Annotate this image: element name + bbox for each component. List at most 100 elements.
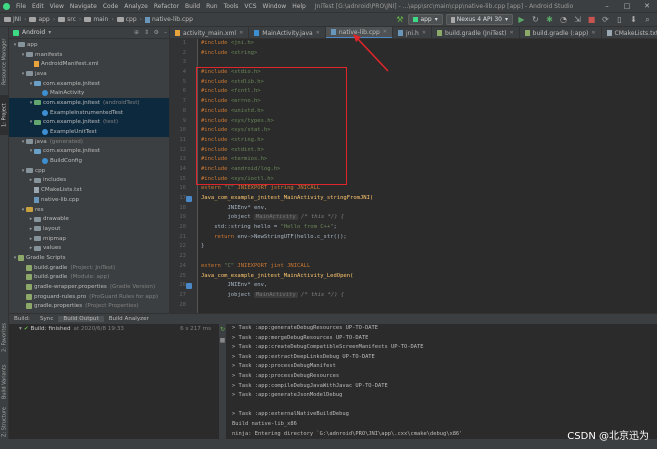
close-icon[interactable]: ✕: [316, 30, 320, 36]
hide-icon[interactable]: –: [164, 29, 167, 36]
tree-item[interactable]: build.gradle (Project: JniTest): [9, 263, 169, 273]
tree-item[interactable]: native-lib.cpp: [9, 195, 169, 205]
menu-item-edit[interactable]: Edit: [29, 3, 47, 10]
menu-item-help[interactable]: Help: [289, 3, 309, 10]
editor-tab[interactable]: build.gradle (:app) ✕: [520, 27, 602, 38]
tree-item[interactable]: ▸ drawable: [9, 214, 169, 224]
menu-item-analyze[interactable]: Analyze: [121, 3, 151, 10]
favorites-tab[interactable]: 2: Favorites: [0, 317, 9, 357]
tree-item[interactable]: ▾ com.example.jnitest: [9, 79, 169, 89]
close-icon[interactable]: ✕: [422, 30, 426, 36]
stop-icon[interactable]: ■: [586, 14, 597, 25]
breadcrumb-label: cpp: [125, 16, 137, 23]
menu-item-view[interactable]: View: [47, 3, 67, 10]
gear-icon[interactable]: ⚙: [154, 29, 159, 36]
rerun-icon[interactable]: ↻: [219, 326, 226, 333]
menu-item-vcs[interactable]: VCS: [241, 3, 259, 10]
breadcrumb-item[interactable]: app: [27, 16, 51, 23]
menu-item-run[interactable]: Run: [203, 3, 221, 10]
build-variants-tab[interactable]: Build Variants: [0, 362, 9, 402]
resource-manager-tab[interactable]: Resource Manager: [0, 37, 9, 87]
sdk-manager-icon[interactable]: ⬇: [628, 14, 639, 25]
minimize-icon[interactable]: –: [597, 0, 617, 12]
tree-item[interactable]: ExampleInstrumentedTest: [9, 107, 169, 118]
watermark: CSDN @北京迅为: [567, 431, 649, 442]
bottom-tab[interactable]: Build Output: [58, 316, 104, 322]
jni-gutter-icon[interactable]: [186, 196, 192, 202]
class-icon: [42, 158, 48, 165]
editor-tab[interactable]: CMakeLists.txt✕: [602, 27, 657, 38]
close-icon[interactable]: ✕: [509, 30, 513, 36]
apply-changes-icon[interactable]: ↻: [530, 14, 541, 25]
profile-icon[interactable]: ◔: [558, 14, 569, 25]
chevron-down-icon[interactable]: ▾: [48, 29, 51, 36]
close-icon[interactable]: ✕: [239, 30, 243, 36]
tree-item[interactable]: ▸ mipmap: [9, 234, 169, 244]
tree-item[interactable]: ▾ java: [9, 69, 169, 79]
attach-icon[interactable]: ⇲: [572, 14, 583, 25]
debug-icon[interactable]: ✱: [544, 14, 555, 25]
build-status-row[interactable]: ▾ ✔ Build: finished at 2020/6/8 19:33 6 …: [9, 324, 225, 334]
editor-tab[interactable]: build.gradle (JniTest) ✕: [432, 27, 520, 38]
tree-item[interactable]: ExampleUnitTest: [9, 127, 169, 137]
device-select[interactable]: Nexus 4 API 30 ▾: [445, 14, 513, 25]
menu-item-file[interactable]: File: [13, 3, 29, 10]
globe-icon[interactable]: ⊕: [134, 29, 139, 36]
tree-item[interactable]: gradle-wrapper.properties (Gradle Version…: [9, 282, 169, 292]
tree-item[interactable]: CMakeLists.txt: [9, 185, 169, 195]
search-icon[interactable]: ⌕: [642, 14, 653, 25]
project-view-select[interactable]: Android: [22, 29, 45, 36]
tree-item[interactable]: ▸ layout: [9, 224, 169, 234]
run-config-select[interactable]: app ▾: [408, 14, 443, 25]
jni-gutter-icon[interactable]: [186, 283, 192, 289]
menu-item-refactor[interactable]: Refactor: [151, 3, 182, 10]
tree-item[interactable]: BuildConfig: [9, 156, 169, 166]
tree-item[interactable]: ▸ values: [9, 243, 169, 253]
sync-icon[interactable]: ⟳: [600, 14, 611, 25]
tree-item[interactable]: ▾ com.example.jnitest (androidTest): [9, 98, 169, 108]
structure-tab[interactable]: Z: Structure: [0, 405, 9, 439]
tree-item[interactable]: ▾ Gradle Scripts: [9, 253, 169, 263]
tree-item[interactable]: build.gradle (Module: app): [9, 273, 169, 283]
tree-item[interactable]: ▾ cpp: [9, 166, 169, 176]
close-icon[interactable]: ✕: [591, 30, 595, 36]
menu-item-tools[interactable]: Tools: [221, 3, 242, 10]
log-line: > Task :app:extractDeepLinksDebug UP-TO-…: [232, 353, 375, 360]
menu-item-build[interactable]: Build: [182, 3, 203, 10]
editor-tab[interactable]: jni.h ✕: [393, 27, 433, 38]
breadcrumb-item[interactable]: JNI: [2, 16, 23, 23]
hammer-icon[interactable]: ⚒: [394, 14, 405, 25]
bottom-tab[interactable]: Build Analyzer: [104, 316, 154, 322]
maximize-icon[interactable]: □: [617, 0, 637, 12]
tree-item[interactable]: gradle.properties (Project Properties): [9, 302, 169, 312]
avd-manager-icon[interactable]: ▯: [614, 14, 625, 25]
breadcrumb-item[interactable]: native-lib.cpp: [143, 16, 195, 23]
tree-item[interactable]: ▾ com.example.jnitest: [9, 147, 169, 157]
tree-item[interactable]: ▸ includes: [9, 176, 169, 186]
close-icon[interactable]: ✕: [637, 0, 657, 12]
stop-icon[interactable]: ■: [219, 337, 226, 344]
tree-item[interactable]: ▾ app: [9, 40, 169, 50]
tree-item[interactable]: ▾ res: [9, 205, 169, 215]
line-number: 26: [179, 282, 186, 289]
menu-item-window[interactable]: Window: [260, 3, 290, 10]
editor-tab[interactable]: MainActivity.java ✕: [249, 27, 326, 38]
breadcrumb-item[interactable]: src: [56, 16, 78, 23]
collapse-icon[interactable]: ⇕: [144, 29, 149, 36]
breadcrumb-item[interactable]: cpp: [115, 16, 139, 23]
project-tab[interactable]: 1: Project: [0, 95, 9, 135]
tree-item[interactable]: MainActivity: [9, 88, 169, 98]
tree-item[interactable]: ▾ java (generated): [9, 137, 169, 147]
tree-item[interactable]: AndroidManifest.xml: [9, 59, 169, 69]
folder-icon: [4, 17, 11, 22]
editor-tab[interactable]: activity_main.xml ✕: [170, 27, 250, 38]
tree-item-detail: (Module: app): [70, 274, 110, 281]
breadcrumb-item[interactable]: main: [82, 16, 110, 23]
tree-item[interactable]: ▾ com.example.jnitest (test): [9, 117, 169, 128]
bottom-tab[interactable]: Sync: [35, 316, 58, 322]
menu-item-navigate[interactable]: Navigate: [67, 3, 100, 10]
tree-item[interactable]: proguard-rules.pro (ProGuard Rules for ap…: [9, 292, 169, 302]
run-icon[interactable]: ▶: [516, 14, 527, 25]
tree-item[interactable]: ▾ manifests: [9, 50, 169, 60]
menu-item-code[interactable]: Code: [100, 3, 121, 10]
